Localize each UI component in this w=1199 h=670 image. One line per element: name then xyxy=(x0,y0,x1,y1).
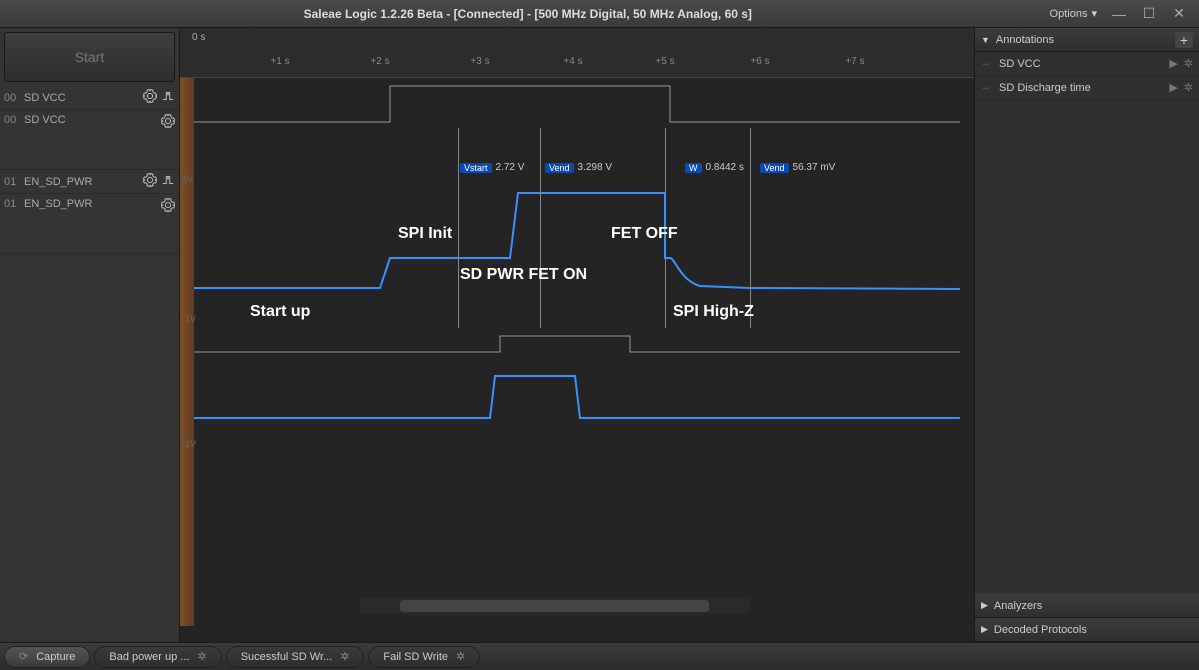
capture-tabs: ⟳CaptureBad power up ...✲Sucessful SD Wr… xyxy=(0,642,1199,670)
gear-icon[interactable]: ✲ xyxy=(1184,81,1193,94)
voltage-scale-label: 4V xyxy=(182,174,193,184)
waveform-area[interactable]: 0 s +1 s +2 s +3 s +4 s +5 s +6 s +7 s Vstart 2… xyxy=(180,28,974,642)
channel-row[interactable]: 00SD VCC xyxy=(0,86,179,110)
play-icon[interactable]: ▶ xyxy=(1169,81,1177,94)
channel-sidebar: Start 00SD VCC00SD VCC01EN_SD_PWR01EN_SD… xyxy=(0,28,180,642)
annotation-item[interactable]: ↔ SD Discharge time ▶ ✲ xyxy=(975,76,1199,100)
measurement-badge: Vstart xyxy=(460,163,492,173)
voltage-scale-label: -1V xyxy=(182,314,196,324)
trigger-icon[interactable] xyxy=(161,173,175,190)
capture-tab[interactable]: Fail SD Write ✲ xyxy=(368,646,480,668)
gear-icon[interactable]: ✲ xyxy=(340,650,349,663)
measurement-value: 3.298 V xyxy=(578,162,612,173)
channel-name: EN_SD_PWR xyxy=(24,176,139,188)
capture-tab[interactable]: ⟳ Capture xyxy=(4,646,90,668)
chevron-right-icon: ▶ xyxy=(981,624,988,635)
gear-icon[interactable] xyxy=(143,173,157,190)
overlay-annotation: SPI Init xyxy=(398,225,452,243)
ruler-tick: +2 s xyxy=(370,56,389,67)
measurement-value: 0.8442 s xyxy=(706,162,744,173)
analyzers-header[interactable]: ▶ Analyzers xyxy=(975,594,1199,618)
gear-icon[interactable]: ✲ xyxy=(456,650,465,663)
annotation-item[interactable]: ↔ SD VCC ▶ ✲ xyxy=(975,52,1199,76)
annotation-name: SD Discharge time xyxy=(999,82,1163,94)
loop-icon: ⟳ xyxy=(19,650,28,663)
overlay-annotation: SD PWR FET ON xyxy=(460,266,587,284)
minimize-button[interactable]: — xyxy=(1105,4,1133,24)
chevron-down-icon: ▾ xyxy=(1091,7,1097,20)
overlay-annotation: SPI High-Z xyxy=(673,303,754,321)
channel-index: 00 xyxy=(4,114,24,126)
gear-icon[interactable]: ✲ xyxy=(1184,57,1193,70)
gear-icon[interactable]: ✲ xyxy=(197,650,206,663)
measurement-cursor[interactable] xyxy=(750,128,751,328)
ruler-tick: +1 s xyxy=(270,56,289,67)
capture-tab[interactable]: Sucessful SD Wr... ✲ xyxy=(226,646,365,668)
ruler-tick: +5 s xyxy=(655,56,674,67)
ruler-tick: +7 s xyxy=(845,56,864,67)
channel-row[interactable]: 00SD VCC xyxy=(0,110,179,170)
channel-name: SD VCC xyxy=(24,92,139,104)
channel-row[interactable]: 01EN_SD_PWR xyxy=(0,170,179,194)
hscrollbar[interactable] xyxy=(360,598,749,614)
measurement-readout: Vstart 2.72 V xyxy=(460,162,524,173)
measurement-readout: W 0.8442 s xyxy=(685,162,744,173)
measurement-cursor[interactable] xyxy=(540,128,541,328)
overlay-annotation: FET OFF xyxy=(611,225,678,243)
capture-tab[interactable]: Bad power up ... ✲ xyxy=(94,646,221,668)
overlay-annotation: Start up xyxy=(250,303,310,321)
annotations-header[interactable]: ▼ Annotations + xyxy=(975,28,1199,52)
titlebar: Saleae Logic 1.2.26 Beta - [Connected] -… xyxy=(0,0,1199,28)
tab-label: Capture xyxy=(36,651,75,663)
channel-name: SD VCC xyxy=(24,114,157,126)
options-button[interactable]: Options ▾ xyxy=(1050,7,1097,20)
tab-label: Fail SD Write xyxy=(383,651,448,663)
channel-name: EN_SD_PWR xyxy=(24,198,157,210)
start-button[interactable]: Start xyxy=(4,32,175,82)
measurement-value: 56.37 mV xyxy=(793,162,836,173)
time-ruler[interactable]: 0 s +1 s +2 s +3 s +4 s +5 s +6 s +7 s xyxy=(180,28,974,78)
gear-icon[interactable] xyxy=(161,114,175,131)
chevron-down-icon: ▼ xyxy=(981,35,990,45)
tab-label: Sucessful SD Wr... xyxy=(241,651,333,663)
measurement-readout: Vend 3.298 V xyxy=(545,162,612,173)
maximize-button[interactable]: ☐ xyxy=(1135,4,1163,24)
measurement-badge: Vend xyxy=(545,163,574,173)
channel-index: 01 xyxy=(4,176,24,188)
add-annotation-button[interactable]: + xyxy=(1175,32,1193,48)
ruler-tick: +6 s xyxy=(750,56,769,67)
measurement-badge: Vend xyxy=(760,163,789,173)
channel-index: 00 xyxy=(4,92,24,104)
ruler-tick: +4 s xyxy=(563,56,582,67)
trigger-icon[interactable] xyxy=(161,89,175,106)
expand-icon: ↔ xyxy=(981,82,991,93)
ruler-tick: +3 s xyxy=(470,56,489,67)
annotation-name: SD VCC xyxy=(999,58,1163,70)
close-button[interactable]: ✕ xyxy=(1165,4,1193,24)
tab-label: Bad power up ... xyxy=(109,651,189,663)
app-title: Saleae Logic 1.2.26 Beta - [Connected] -… xyxy=(6,7,1050,21)
expand-icon: ↔ xyxy=(981,58,991,69)
chevron-right-icon: ▶ xyxy=(981,600,988,611)
channel-index: 01 xyxy=(4,198,24,210)
measurement-badge: W xyxy=(685,163,702,173)
play-icon[interactable]: ▶ xyxy=(1169,57,1177,70)
voltage-scale-label: -1V xyxy=(182,439,196,449)
measurement-readout: Vend 56.37 mV xyxy=(760,162,835,173)
channel-row[interactable]: 01EN_SD_PWR xyxy=(0,194,179,254)
hscroll-thumb[interactable] xyxy=(400,600,709,612)
right-panel: ▼ Annotations + ↔ SD VCC ▶ ✲ ↔ SD Discharge t… xyxy=(974,28,1199,642)
decoded-protocols-header[interactable]: ▶ Decoded Protocols xyxy=(975,618,1199,642)
gear-icon[interactable] xyxy=(161,198,175,215)
gear-icon[interactable] xyxy=(143,89,157,106)
measurement-cursor[interactable] xyxy=(458,128,459,328)
ruler-zero: 0 s xyxy=(192,32,205,43)
measurement-value: 2.72 V xyxy=(496,162,525,173)
